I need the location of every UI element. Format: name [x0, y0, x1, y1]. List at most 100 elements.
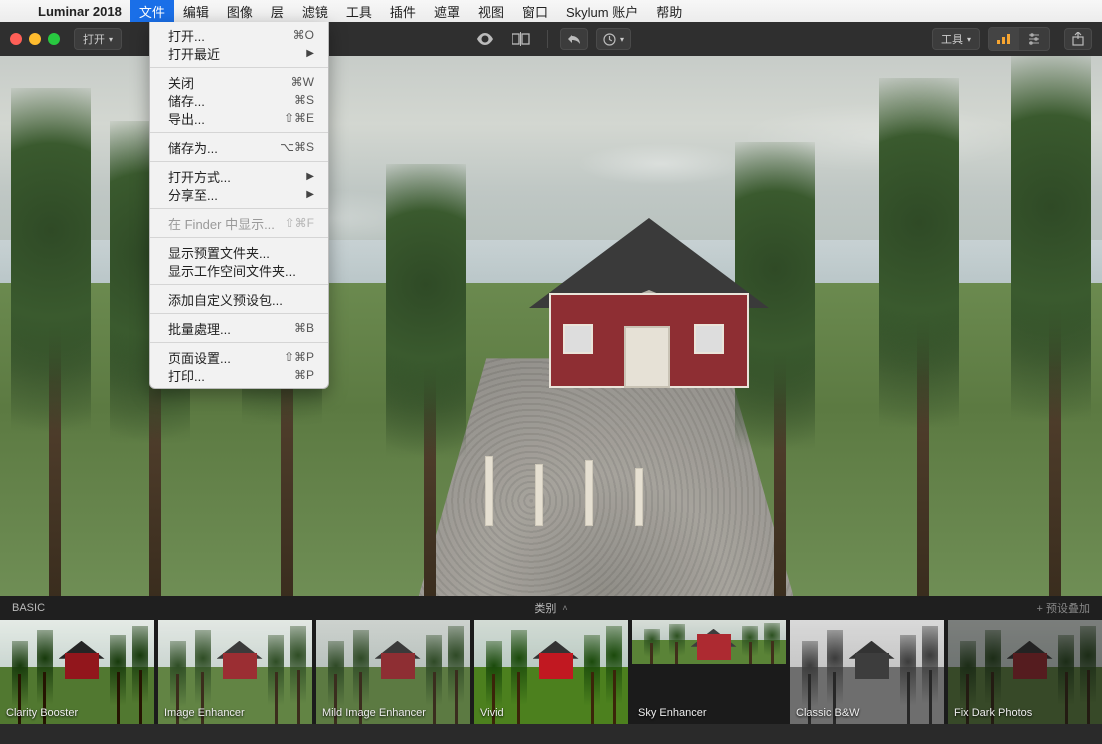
file-menu-item[interactable]: 导出...⇧⌘E	[150, 109, 328, 127]
menu-item-label: 显示预置文件夹...	[168, 243, 314, 262]
close-window-button[interactable]	[10, 33, 22, 45]
preset-sky-enhancer[interactable]: Sky Enhancer	[632, 620, 786, 724]
toolbar-divider	[547, 30, 548, 48]
file-menu-item[interactable]: 添加自定义预设包...	[150, 290, 328, 308]
file-menu-item[interactable]: 打开最近▶	[150, 44, 328, 62]
menu-滤镜[interactable]: 滤镜	[293, 0, 337, 22]
menu-item-label: 储存...	[168, 91, 294, 110]
chevron-up-icon: ˄	[562, 603, 567, 613]
file-menu-item[interactable]: 关闭⌘W	[150, 73, 328, 91]
preset-label: Classic B&W	[796, 707, 860, 719]
panel-mode-segment	[988, 27, 1050, 51]
file-menu-item: 在 Finder 中显示...⇧⌘F	[150, 214, 328, 232]
preset-overlay-button[interactable]: + 预设叠加	[1037, 600, 1090, 616]
menu-item-label: 打印...	[168, 366, 294, 385]
file-menu-item[interactable]: 打开...⌘O	[150, 26, 328, 44]
file-menu-item[interactable]: 打开方式...▶	[150, 167, 328, 185]
menu-item-label: 显示工作空间文件夹...	[168, 261, 314, 280]
tools-label: 工具	[941, 31, 963, 47]
chevron-down-icon: ▾	[620, 35, 624, 44]
menu-item-label: 打开...	[168, 26, 293, 45]
menu-视图[interactable]: 视图	[469, 0, 513, 22]
preset-label: Image Enhancer	[164, 707, 245, 719]
menu-窗口[interactable]: 窗口	[513, 0, 557, 22]
presets-strip: Clarity Booster Image Enhancer Mild Image …	[0, 620, 1102, 724]
preset-fix-dark-photos[interactable]: Fix Dark Photos	[948, 620, 1102, 724]
app-name[interactable]: Luminar 2018	[30, 4, 130, 19]
submenu-arrow-icon: ▶	[306, 171, 314, 182]
menu-item-label: 导出...	[168, 109, 284, 128]
menu-item-shortcut: ⌘S	[294, 93, 314, 107]
preset-vivid[interactable]: Vivid	[474, 620, 628, 724]
menu-item-label: 打开方式...	[168, 167, 306, 186]
menu-Skylum 账户[interactable]: Skylum 账户	[557, 0, 647, 22]
file-menu-dropdown: 打开...⌘O打开最近▶关闭⌘W储存...⌘S导出...⇧⌘E储存为...⌥⌘S…	[149, 22, 329, 389]
undo-button[interactable]	[560, 28, 588, 50]
preset-category-selector[interactable]: 类别 ˄	[534, 600, 567, 616]
preview-eye-button[interactable]	[471, 28, 499, 50]
chevron-down-icon: ▾	[109, 35, 113, 44]
center-toolbar: ▾	[471, 28, 631, 50]
menu-文件[interactable]: 文件	[130, 0, 174, 22]
file-menu-item[interactable]: 页面设置...⇧⌘P	[150, 348, 328, 366]
presets-header: BASIC 类别 ˄ + 预设叠加	[0, 596, 1102, 620]
preset-label: Clarity Booster	[6, 707, 78, 719]
mac-menubar: Luminar 2018 文件编辑图像层滤镜工具插件遮罩视图窗口Skylum 账…	[0, 0, 1102, 22]
preset-group-label: BASIC	[12, 602, 45, 614]
file-menu-item[interactable]: 分享至...▶	[150, 185, 328, 203]
menu-item-label: 分享至...	[168, 185, 306, 204]
file-menu-item[interactable]: 储存为...⌥⌘S	[150, 138, 328, 156]
menu-item-shortcut: ⌘W	[291, 75, 314, 89]
history-button[interactable]: ▾	[596, 28, 631, 50]
adjust-mode-button[interactable]	[1019, 28, 1049, 50]
tools-dropdown[interactable]: 工具 ▾	[932, 28, 980, 50]
menu-item-label: 在 Finder 中显示...	[168, 214, 285, 233]
open-button[interactable]: 打开 ▾	[74, 28, 122, 50]
file-menu-item[interactable]: 显示工作空间文件夹...	[150, 261, 328, 279]
file-menu-item[interactable]: 批量處理...⌘B	[150, 319, 328, 337]
menu-item-shortcut: ⇧⌘E	[284, 111, 314, 125]
file-menu-item[interactable]: 显示预置文件夹...	[150, 243, 328, 261]
menu-工具[interactable]: 工具	[337, 0, 381, 22]
file-menu-item[interactable]: 打印...⌘P	[150, 366, 328, 384]
share-button[interactable]	[1064, 28, 1092, 50]
preset-image-enhancer[interactable]: Image Enhancer	[158, 620, 312, 724]
preset-label: Fix Dark Photos	[954, 707, 1032, 719]
menu-图像[interactable]: 图像	[218, 0, 262, 22]
menu-item-label: 关闭	[168, 73, 291, 92]
preset-label: Mild Image Enhancer	[322, 707, 426, 719]
open-button-label: 打开	[83, 31, 105, 47]
menu-item-shortcut: ⌘B	[294, 321, 314, 335]
presets-mode-button[interactable]	[989, 28, 1019, 50]
menu-层[interactable]: 层	[262, 0, 293, 22]
menu-item-label: 储存为...	[168, 138, 280, 157]
file-menu-item[interactable]: 储存...⌘S	[150, 91, 328, 109]
menu-item-label: 批量處理...	[168, 319, 294, 338]
preset-classic-b-w[interactable]: Classic B&W	[790, 620, 944, 724]
preset-label: Sky Enhancer	[638, 707, 706, 719]
compare-button[interactable]	[507, 28, 535, 50]
menu-遮罩[interactable]: 遮罩	[425, 0, 469, 22]
preset-label: Vivid	[480, 707, 504, 719]
chevron-down-icon: ▾	[967, 35, 971, 44]
submenu-arrow-icon: ▶	[306, 48, 314, 59]
right-toolbar: 工具 ▾	[932, 27, 1092, 51]
menu-帮助[interactable]: 帮助	[647, 0, 691, 22]
menu-item-label: 打开最近	[168, 44, 306, 63]
preset-mild-image-enhancer[interactable]: Mild Image Enhancer	[316, 620, 470, 724]
preset-clarity-booster[interactable]: Clarity Booster	[0, 620, 154, 724]
menu-item-label: 添加自定义预设包...	[168, 290, 314, 309]
menu-item-label: 页面设置...	[168, 348, 284, 367]
maximize-window-button[interactable]	[48, 33, 60, 45]
menu-编辑[interactable]: 编辑	[174, 0, 218, 22]
menu-item-shortcut: ⌘P	[294, 368, 314, 382]
menu-item-shortcut: ⌘O	[293, 28, 314, 42]
submenu-arrow-icon: ▶	[306, 189, 314, 200]
preset-category-label: 类别	[534, 600, 556, 616]
menu-item-shortcut: ⇧⌘F	[285, 216, 314, 230]
window-controls	[10, 33, 60, 45]
menu-插件[interactable]: 插件	[381, 0, 425, 22]
minimize-window-button[interactable]	[29, 33, 41, 45]
menu-item-shortcut: ⌥⌘S	[280, 140, 314, 154]
menu-item-shortcut: ⇧⌘P	[284, 350, 314, 364]
